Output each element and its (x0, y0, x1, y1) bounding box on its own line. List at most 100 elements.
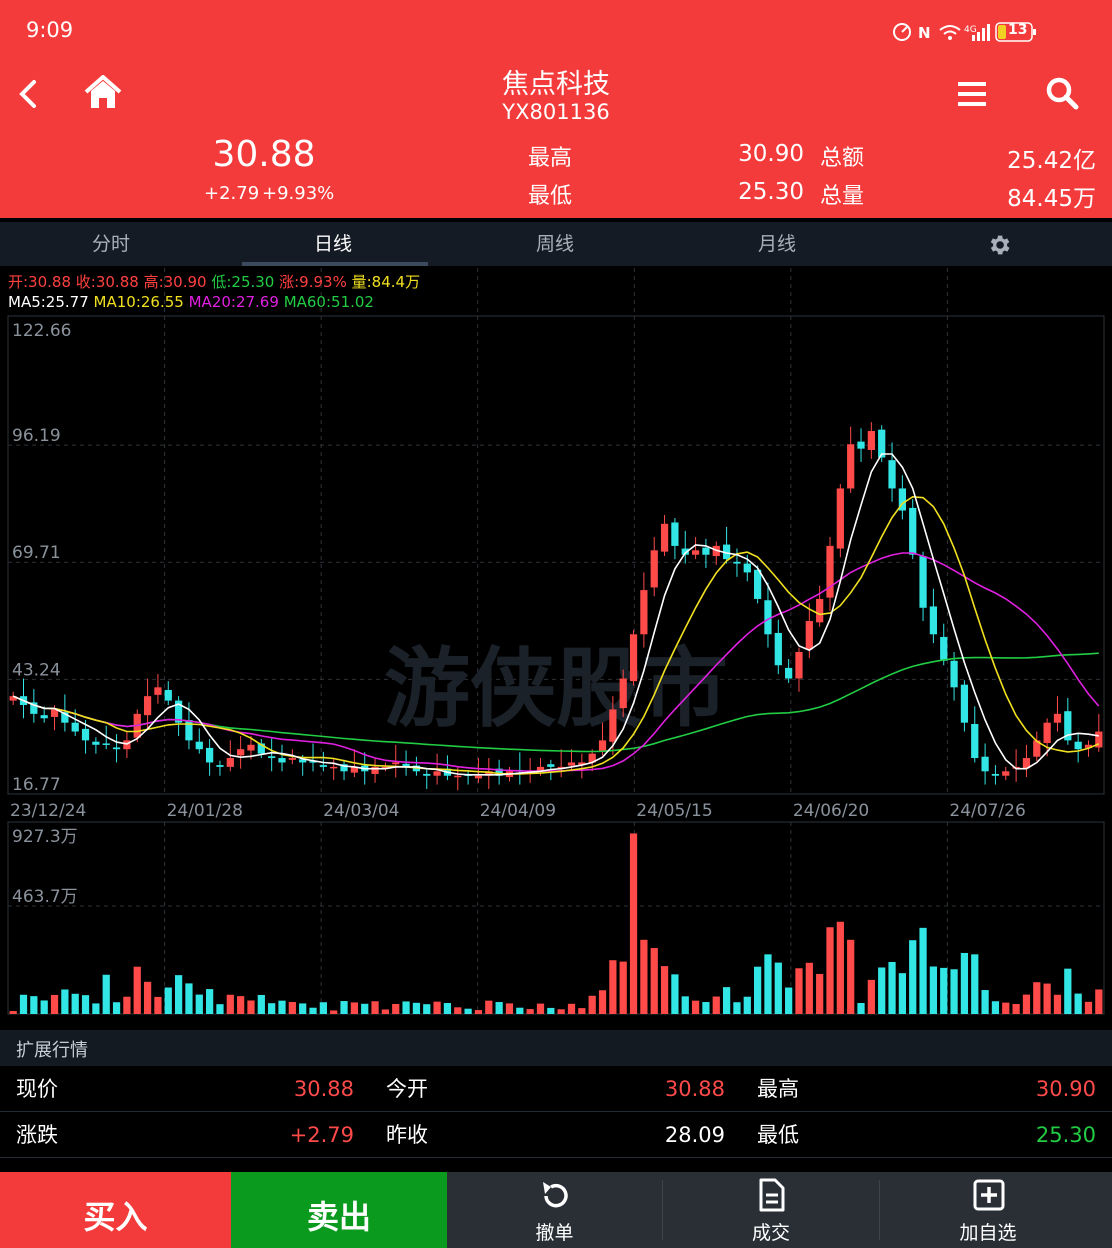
candle-body (743, 563, 751, 573)
candle-body (237, 749, 245, 756)
quote-value-high: 30.90 (1035, 1077, 1096, 1101)
candle-body (867, 430, 875, 450)
candle-body (547, 764, 555, 767)
status-icons: N 4G 13 (892, 20, 1042, 44)
buy-button[interactable]: 买入 (0, 1172, 231, 1248)
volume-bar (30, 996, 38, 1014)
tab-weekly[interactable]: 周线 (444, 222, 666, 266)
volume-bar (412, 1002, 421, 1014)
extended-quotes-title: 扩展行情 (16, 1040, 88, 1061)
volume-bar (350, 1002, 358, 1014)
volume-bar (557, 1009, 565, 1014)
bottom-action-bar: 买入 卖出 撤单 成交 加自选 (0, 1172, 1112, 1248)
tab-monthly[interactable]: 月线 (666, 222, 888, 266)
tab-daily[interactable]: 日线 (222, 222, 444, 266)
candle-body (929, 606, 938, 635)
search-icon (1046, 77, 1079, 110)
volume-bar (495, 1002, 503, 1014)
quote-value-change: +2.79 (289, 1123, 354, 1147)
quote-value-prev-close: 28.09 (664, 1123, 725, 1147)
volume-bar (340, 1001, 348, 1014)
add-watchlist-button[interactable]: 加自选 (880, 1172, 1096, 1248)
volume-bar (247, 1000, 255, 1014)
volume-bar (112, 1002, 121, 1014)
menu-button[interactable] (956, 78, 990, 110)
volume-bar (1033, 982, 1041, 1014)
chart-settings-button[interactable] (986, 232, 1012, 258)
tab-intraday[interactable]: 分时 (0, 222, 222, 266)
volume-bar (805, 962, 813, 1014)
volume-bar (443, 1003, 452, 1014)
volume-bar (278, 1000, 286, 1014)
volume-bar (1053, 994, 1062, 1014)
volume-bar (660, 966, 669, 1014)
volume-bar (195, 994, 203, 1014)
volume-label: 总量 (820, 184, 865, 209)
volume-bar (888, 961, 896, 1014)
volume-bar (836, 921, 844, 1014)
kline-chart[interactable]: 开:30.88 收:30.88 高:30.90 低:25.30 涨:9.93% … (0, 266, 1112, 1026)
quote-label-high: 最高 (757, 1077, 799, 1101)
volume-bar (743, 996, 751, 1014)
volume-bar (392, 1003, 400, 1014)
date-axis-label: 24/04/09 (480, 801, 556, 821)
volume-bar (206, 989, 214, 1014)
candle-body (185, 720, 193, 741)
volume-axis-label: 463.7万 (12, 887, 78, 907)
candle-body (71, 722, 79, 732)
volume-bar (919, 927, 927, 1014)
volume-bar (826, 927, 834, 1014)
volume-bar (764, 954, 772, 1014)
volume-bar (898, 973, 906, 1014)
candle-body (392, 762, 400, 765)
sell-label: 卖出 (306, 1198, 371, 1236)
volume-bar (1002, 1002, 1010, 1014)
volume-bar (154, 996, 162, 1014)
extended-quotes-header: 扩展行情 (0, 1030, 1112, 1066)
undo-icon (543, 1182, 568, 1208)
quote-label-low: 最低 (757, 1123, 799, 1147)
candle-body (754, 569, 762, 599)
candle-body (805, 621, 813, 650)
volume-bar (640, 939, 648, 1014)
candle-body (733, 561, 741, 564)
chart-canvas: 游侠股市 122.66 96.19 69.71 43.24 16.77 927.3万 463.… (7, 268, 1105, 1015)
home-button[interactable] (82, 74, 124, 112)
search-button[interactable] (1044, 76, 1082, 112)
volume-bar (454, 1007, 462, 1014)
candle-body (691, 550, 700, 555)
price-axis-label: 69.71 (12, 543, 61, 563)
volume-bar (226, 994, 234, 1014)
volume-bar (123, 996, 131, 1014)
volume-bar (629, 833, 638, 1014)
cancel-order-button[interactable]: 撤单 (447, 1172, 662, 1248)
sell-button[interactable]: 卖出 (231, 1172, 447, 1248)
low-value: 25.30 (738, 179, 804, 205)
candle-body (247, 744, 255, 751)
volume-bar (474, 1010, 483, 1014)
candle-body (206, 747, 214, 763)
app-screen: 9:09 N 4G 13 焦点科技 YX801136 30.88 +2.79 +… (0, 0, 1112, 1248)
volume-panel-frame (7, 821, 1105, 1015)
date-axis-label: 23/12/24 (10, 801, 86, 821)
volume-bar (1043, 983, 1051, 1014)
volume-bar (650, 948, 658, 1014)
date-axis-label: 24/03/04 (323, 801, 399, 821)
candle-body (940, 636, 948, 661)
back-button[interactable] (12, 76, 44, 112)
volume-bar (9, 1011, 17, 1014)
volume-bar (909, 940, 917, 1014)
volume-bar (702, 1002, 710, 1014)
candle-body (474, 775, 483, 779)
current-price: 30.88 (212, 134, 316, 175)
candle-body (154, 687, 162, 695)
trades-button[interactable]: 成交 (663, 1172, 879, 1248)
candle-body (216, 765, 224, 767)
volume-bar (92, 1003, 100, 1014)
volume-bar (40, 1000, 48, 1014)
watermark-text: 游侠股市 (384, 639, 728, 739)
candle-body (598, 740, 607, 751)
candle-body (836, 488, 844, 549)
candle-body (330, 766, 338, 769)
add-watchlist-label: 加自选 (959, 1222, 1017, 1244)
